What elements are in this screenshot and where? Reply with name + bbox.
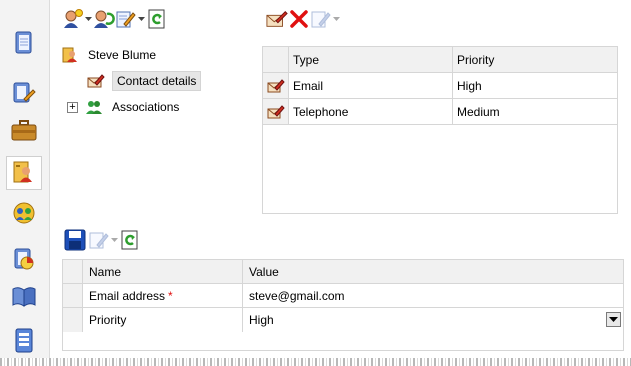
grid-toolbar <box>266 4 341 34</box>
cell-priority[interactable]: High <box>453 73 617 98</box>
contact-tree: Steve Blume Contact details + Associatio… <box>58 42 258 120</box>
left-navigation-bar <box>0 0 50 358</box>
book-icon[interactable] <box>11 284 37 310</box>
property-name: Email address * <box>83 284 243 307</box>
add-contact-icon[interactable] <box>62 8 84 30</box>
column-header-priority[interactable]: Priority <box>453 47 617 72</box>
edit-card-icon <box>263 73 289 98</box>
edit-icon[interactable] <box>115 8 137 30</box>
email-field[interactable]: steve@gmail.com <box>243 284 623 307</box>
property-grid: Name Value Email address * steve@gmail.c… <box>62 259 624 351</box>
tree-toolbar <box>62 4 168 34</box>
document-list-icon[interactable] <box>11 328 37 354</box>
property-row-priority[interactable]: Priority High <box>63 308 623 332</box>
briefcase-icon[interactable] <box>11 118 37 144</box>
row-header <box>63 308 83 332</box>
edit-card-icon <box>263 99 289 124</box>
row-header-corner <box>63 260 83 283</box>
edit-card-icon <box>86 73 106 89</box>
row-header-corner <box>263 47 289 72</box>
add-contact-dropdown-arrow[interactable] <box>84 8 93 30</box>
edit-card-icon[interactable] <box>266 8 288 30</box>
cell-type[interactable]: Email <box>289 73 453 98</box>
property-name-label: Email address <box>89 288 166 303</box>
notebook-icon[interactable] <box>11 30 37 56</box>
contact-methods-grid: Type Priority Email High Telephone Mediu… <box>262 46 618 214</box>
table-row[interactable]: Email High <box>263 73 617 99</box>
tree-item-contact-details[interactable]: Contact details <box>58 68 258 94</box>
contact-refresh-icon[interactable] <box>93 8 115 30</box>
users-group-icon[interactable] <box>11 200 37 226</box>
contact-card-icon <box>58 47 82 63</box>
refresh-icon[interactable] <box>119 229 141 251</box>
priority-select-value: High <box>249 313 274 327</box>
chevron-down-icon[interactable] <box>606 312 621 327</box>
save-icon[interactable] <box>62 229 88 251</box>
card-edit-icon[interactable] <box>11 80 37 106</box>
report-chart-icon[interactable] <box>11 246 37 272</box>
table-row[interactable]: Telephone Medium <box>263 99 617 125</box>
tree-item-steve-blume[interactable]: Steve Blume <box>58 42 258 68</box>
edit-dropdown-arrow[interactable] <box>110 229 119 251</box>
grid-header-row: Type Priority <box>263 47 617 73</box>
delete-icon[interactable] <box>288 8 310 30</box>
tree-item-label: Contact details <box>112 71 202 91</box>
cell-type[interactable]: Telephone <box>289 99 453 124</box>
column-header-value[interactable]: Value <box>243 260 623 283</box>
row-header <box>63 284 83 307</box>
column-header-name[interactable]: Name <box>83 260 243 283</box>
expand-toggle[interactable]: + <box>67 101 78 113</box>
property-toolbar <box>62 225 141 255</box>
tree-item-associations[interactable]: + Associations <box>58 94 258 120</box>
property-name-label: Priority <box>83 308 243 332</box>
edit-dropdown-arrow[interactable] <box>332 8 341 30</box>
edit-dropdown-arrow[interactable] <box>137 8 146 30</box>
tree-item-label: Associations <box>112 100 180 114</box>
contact-card-icon[interactable] <box>6 156 42 190</box>
window-bottom-edge <box>0 358 631 366</box>
edit-icon[interactable] <box>310 8 332 30</box>
property-header-row: Name Value <box>63 260 623 284</box>
tree-item-label: Steve Blume <box>88 48 157 62</box>
property-row-email[interactable]: Email address * steve@gmail.com <box>63 284 623 308</box>
column-header-type[interactable]: Type <box>289 47 453 72</box>
edit-icon[interactable] <box>88 229 110 251</box>
priority-select[interactable]: High <box>243 308 623 332</box>
cell-priority[interactable]: Medium <box>453 99 617 124</box>
users-group-icon <box>84 99 104 115</box>
contact-editor-window: Steve Blume Contact details + Associatio… <box>0 0 631 366</box>
refresh-icon[interactable] <box>146 8 168 30</box>
required-marker: * <box>168 288 173 303</box>
